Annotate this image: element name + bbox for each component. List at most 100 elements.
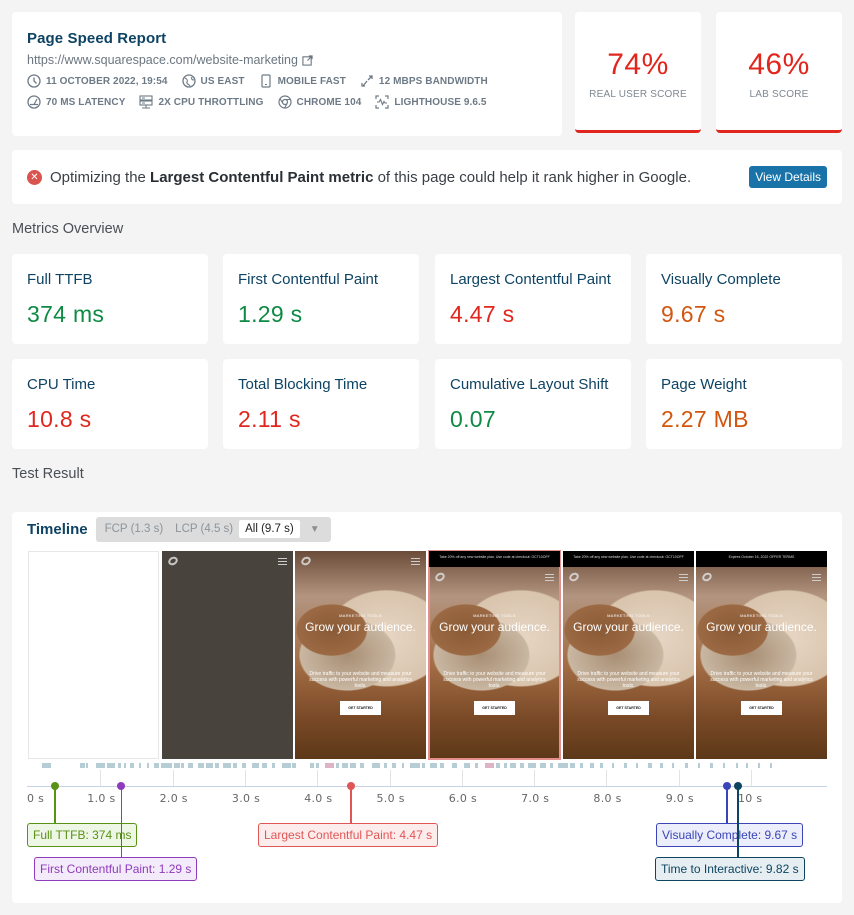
metric-card[interactable]: First Contentful Paint 1.29 s bbox=[223, 254, 419, 344]
request-bar bbox=[310, 763, 314, 768]
bandwidth-icon bbox=[361, 75, 373, 87]
request-bar bbox=[550, 763, 553, 768]
frame-headline: Grow your audience. bbox=[706, 620, 817, 634]
full-ttfb-marker-line bbox=[54, 786, 56, 823]
filmstrip-frame[interactable]: Take 20% off any new website plan. Use c… bbox=[428, 550, 561, 760]
largest-contentful-paint-label[interactable]: Largest Contentful Paint: 4.47 s bbox=[258, 823, 439, 847]
visually-complete-label[interactable]: Visually Complete: 9.67 s bbox=[656, 823, 804, 847]
metric-name: First Contentful Paint bbox=[238, 271, 379, 288]
metric-card[interactable]: Page Weight 2.27 MB bbox=[646, 359, 842, 449]
meta-location: US EAST bbox=[181, 74, 245, 88]
frame-kicker: MARKETING TOOLS bbox=[607, 613, 650, 618]
meta-device: MOBILE FAST bbox=[259, 74, 346, 88]
view-details-button[interactable]: View Details bbox=[749, 166, 827, 188]
timeline-axis: 0 s 1.0 s 2.0 s 3.0 s 4.0 s 5.0 s 6.0 s 7.0 s 8.… bbox=[12, 770, 842, 910]
real-user-score-card[interactable]: 74% REAL USER SCORE bbox=[575, 12, 701, 133]
tested-url-link[interactable]: https://www.squarespace.com/website-mark… bbox=[27, 53, 547, 67]
promo-banner: Expires October 16, 2022 OFFER TERMS bbox=[696, 551, 827, 567]
metric-card[interactable]: Full TTFB 374 ms bbox=[12, 254, 208, 344]
filter-dropdown-caret-icon[interactable]: ▼ bbox=[300, 524, 328, 535]
filmstrip-frame[interactable]: Take 20% off any new website plan. Use c… bbox=[563, 551, 694, 759]
external-link-icon[interactable] bbox=[302, 54, 313, 66]
metric-card[interactable]: Total Blocking Time 2.11 s bbox=[223, 359, 419, 449]
request-bar bbox=[48, 763, 51, 768]
frame-kicker: MARKETING TOOLS bbox=[339, 613, 382, 618]
request-bar bbox=[402, 763, 404, 768]
axis-tick-label: 9.0 s bbox=[665, 792, 694, 805]
request-bar bbox=[452, 763, 457, 768]
metric-card[interactable]: Largest Contentful Paint 4.47 s bbox=[435, 254, 631, 344]
first-contentful-paint-label[interactable]: First Contentful Paint: 1.29 s bbox=[34, 857, 198, 881]
request-bar bbox=[282, 763, 291, 768]
filmstrip-frame[interactable]: Expires October 16, 2022 OFFER TERMS MARK… bbox=[696, 551, 827, 759]
request-bar bbox=[107, 763, 115, 768]
request-bar bbox=[520, 763, 524, 768]
request-bar bbox=[350, 763, 356, 768]
time-to-interactive-marker-line bbox=[737, 786, 739, 857]
request-bar bbox=[223, 763, 231, 768]
request-bar bbox=[485, 763, 494, 768]
metric-value: 0.07 bbox=[450, 406, 496, 432]
squarespace-logo-icon bbox=[700, 571, 714, 583]
tested-url[interactable]: https://www.squarespace.com/website-mark… bbox=[27, 53, 298, 67]
timeline-card: Timeline FCP (1.3 s) LCP (4.5 s) All (9.… bbox=[12, 512, 842, 903]
frame-headline: Grow your audience. bbox=[573, 620, 684, 634]
largest-contentful-paint-marker-line bbox=[350, 786, 352, 823]
axis-tick bbox=[244, 770, 246, 786]
request-bar bbox=[698, 763, 700, 768]
metric-card[interactable]: CPU Time 10.8 s bbox=[12, 359, 208, 449]
request-bar bbox=[410, 763, 420, 768]
metric-value: 374 ms bbox=[27, 301, 105, 327]
request-bar bbox=[206, 763, 213, 768]
axis-tick bbox=[389, 770, 391, 786]
frame-cta: GET STARTED bbox=[340, 701, 381, 715]
axis-tick-label: 5.0 s bbox=[376, 792, 405, 805]
lab-score-value: 46% bbox=[748, 48, 810, 81]
clock-icon bbox=[27, 74, 41, 88]
request-bar bbox=[758, 763, 760, 768]
request-bar bbox=[475, 763, 478, 768]
error-icon: ✕ bbox=[27, 169, 42, 185]
request-bar bbox=[580, 763, 583, 768]
meta-date: 11 OCTOBER 2022, 19:54 bbox=[27, 74, 168, 88]
time-to-interactive-label[interactable]: Time to Interactive: 9.82 s bbox=[655, 857, 805, 881]
request-bar bbox=[181, 763, 184, 768]
filmstrip-frame[interactable] bbox=[162, 551, 293, 759]
globe-icon bbox=[181, 74, 196, 88]
request-bar bbox=[384, 763, 387, 768]
axis-tick-label: 6.0 s bbox=[448, 792, 478, 805]
metrics-overview-heading: Metrics Overview bbox=[12, 221, 124, 237]
lab-score-card[interactable]: 46% LAB SCORE bbox=[716, 12, 842, 133]
frame-headline: Grow your audience. bbox=[305, 620, 416, 634]
metric-value: 9.67 s bbox=[661, 301, 726, 327]
request-bar bbox=[770, 763, 772, 768]
visually-complete-marker-line bbox=[726, 786, 728, 823]
lcp-alert: ✕ Optimizing the Largest Contentful Pain… bbox=[12, 150, 842, 204]
filter-all[interactable]: All (9.7 s) bbox=[239, 520, 300, 538]
axis-tick bbox=[461, 770, 463, 786]
request-bar bbox=[154, 763, 159, 768]
axis-tick bbox=[534, 770, 536, 786]
request-bar bbox=[96, 763, 105, 768]
request-bar bbox=[262, 763, 267, 768]
chrome-icon bbox=[277, 95, 292, 109]
meta-lighthouse: LIGHTHOUSE 9.6.5 bbox=[375, 95, 487, 109]
filter-lcp[interactable]: LCP (4.5 s) bbox=[169, 520, 239, 538]
filter-fcp[interactable]: FCP (1.3 s) bbox=[99, 520, 170, 538]
metric-value: 2.27 MB bbox=[661, 406, 749, 432]
metric-card[interactable]: Cumulative Layout Shift 0.07 bbox=[435, 359, 631, 449]
filmstrip-frame[interactable]: MARKETING TOOLS Grow your audience. Drive … bbox=[295, 551, 426, 759]
axis-tick-label: 2.0 s bbox=[159, 792, 188, 805]
request-bar bbox=[342, 763, 348, 768]
metric-name: Cumulative Layout Shift bbox=[450, 376, 609, 393]
latency-gauge-icon bbox=[27, 95, 41, 109]
metric-card[interactable]: Visually Complete 9.67 s bbox=[646, 254, 842, 344]
real-user-score-label: REAL USER SCORE bbox=[589, 89, 687, 100]
cpu-server-icon bbox=[139, 95, 154, 109]
filmstrip-frame[interactable] bbox=[28, 551, 159, 759]
request-bar bbox=[540, 763, 546, 768]
request-bar bbox=[496, 763, 500, 768]
request-bar bbox=[528, 763, 536, 768]
squarespace-logo-icon bbox=[166, 555, 180, 567]
meta-cpu: 2X CPU THROTTLING bbox=[139, 95, 263, 109]
